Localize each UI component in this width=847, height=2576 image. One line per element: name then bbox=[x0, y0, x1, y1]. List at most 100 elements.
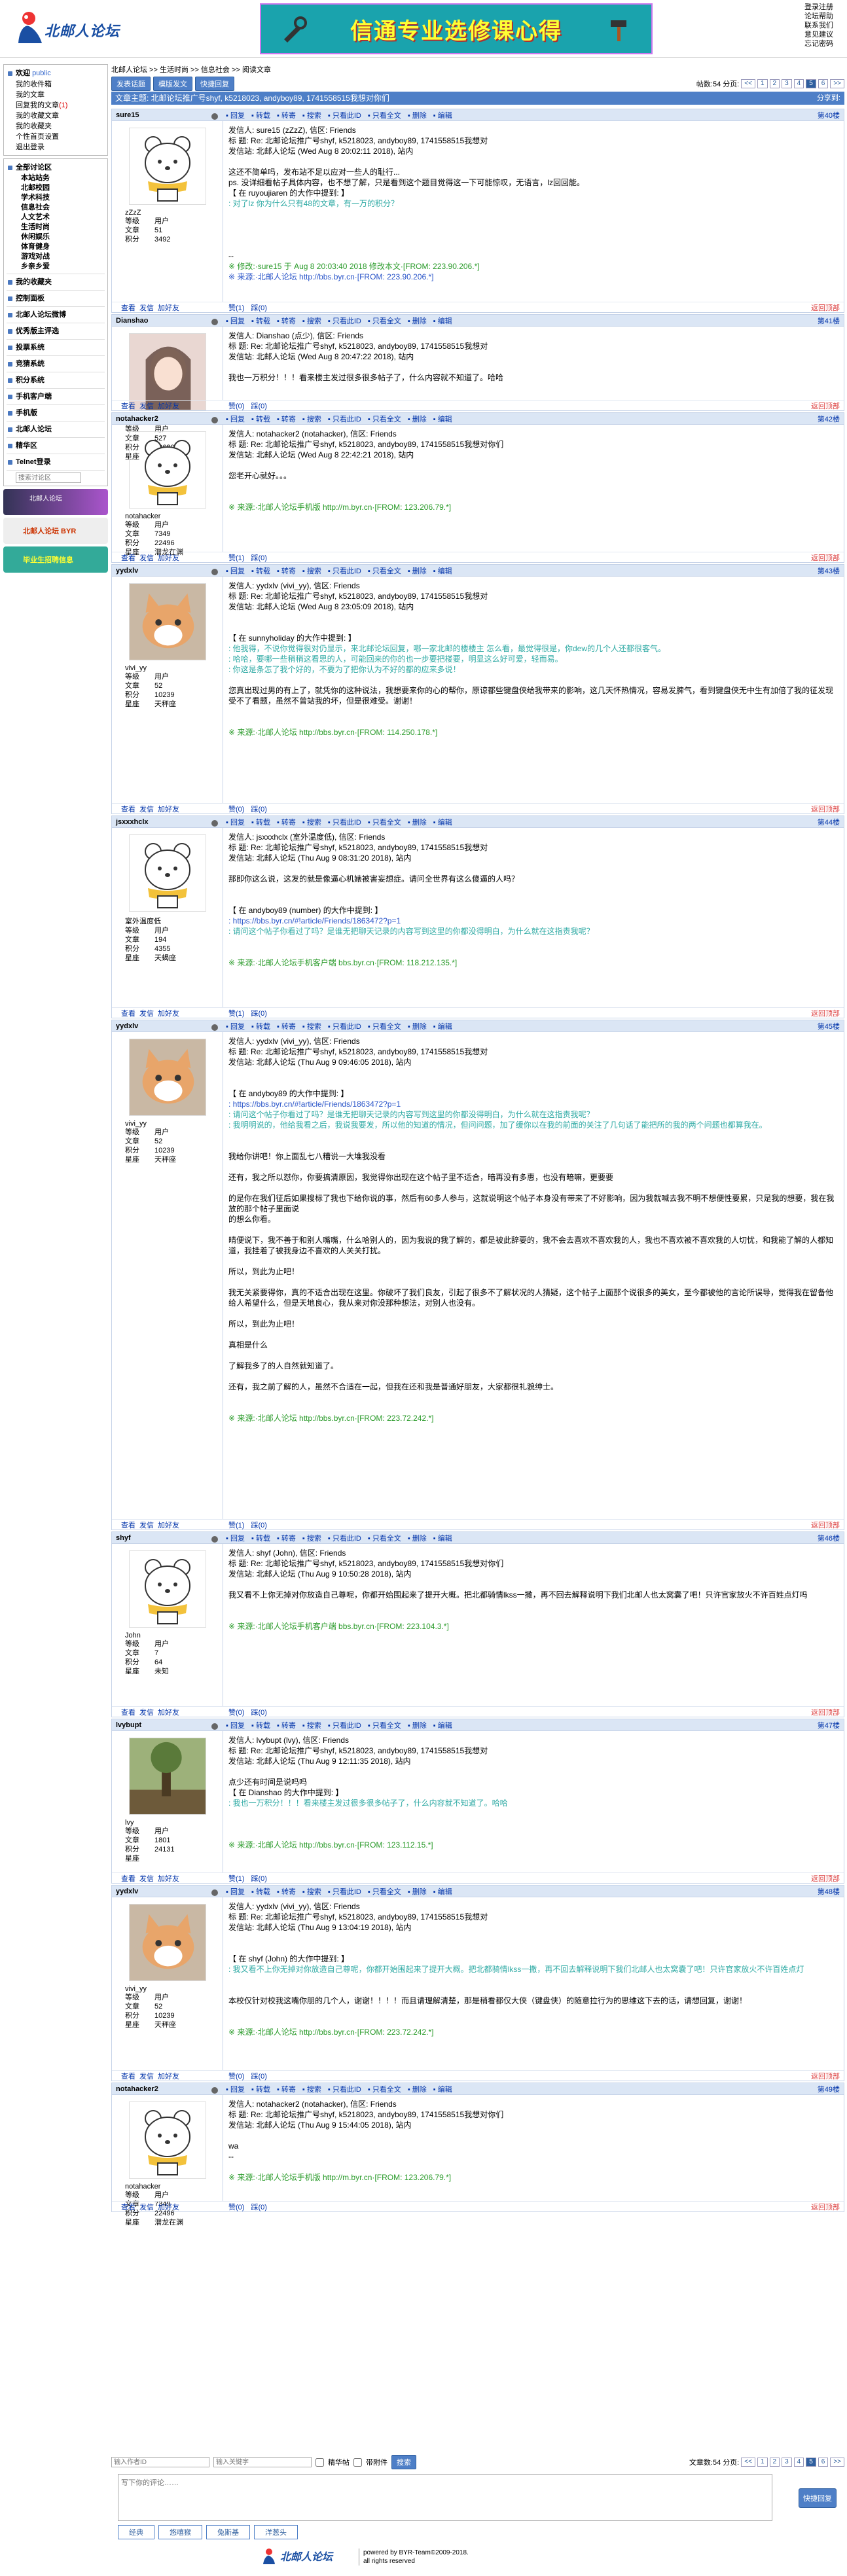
post-author-id[interactable]: yydxlv bbox=[112, 1887, 223, 1896]
post-tool-doc[interactable]: ▪ 只看全文 bbox=[368, 2084, 401, 2094]
back-to-top-link[interactable]: 返回顶部 bbox=[811, 302, 844, 313]
dislike-button[interactable]: 踩(0) bbox=[251, 1520, 266, 1530]
page-first[interactable]: << bbox=[741, 79, 755, 88]
post-tool-doc[interactable]: ▪ 只看全文 bbox=[368, 565, 401, 576]
avatar[interactable] bbox=[128, 583, 206, 660]
post-floor[interactable]: 第44楼 bbox=[818, 817, 844, 827]
post-tool-person[interactable]: ▪ 只看此ID bbox=[328, 110, 361, 120]
post-tool-forward[interactable]: ▪ 转载 bbox=[251, 1720, 270, 1730]
post-tool-delete[interactable]: ▪ 删除 bbox=[408, 315, 427, 326]
send-mail-link[interactable]: 发信 bbox=[139, 2071, 154, 2081]
post-tool-edit[interactable]: ▪ 编辑 bbox=[433, 565, 452, 576]
post-tool-doc[interactable]: ▪ 只看全文 bbox=[368, 1021, 401, 1031]
dislike-button[interactable]: 踩(0) bbox=[251, 2071, 266, 2081]
toplink-login[interactable]: 登录注册 bbox=[804, 3, 844, 12]
bottom-page-first[interactable]: << bbox=[741, 2458, 755, 2467]
bottom-page-2[interactable]: 2 bbox=[769, 2458, 780, 2467]
back-to-top-link[interactable]: 返回顶部 bbox=[811, 401, 844, 411]
avatar[interactable] bbox=[128, 333, 206, 410]
post-floor[interactable]: 第45楼 bbox=[818, 1021, 844, 1031]
view-user-link[interactable]: 查看 bbox=[121, 1520, 135, 1530]
post-floor[interactable]: 第46楼 bbox=[818, 1533, 844, 1543]
post-tool-mail[interactable]: ▪ 转寄 bbox=[277, 1533, 296, 1543]
view-user-link[interactable]: 查看 bbox=[121, 2071, 135, 2081]
add-friend-link[interactable]: 加好友 bbox=[158, 804, 179, 814]
post-tool-mail[interactable]: ▪ 转寄 bbox=[277, 315, 296, 326]
post-tool-reply[interactable]: ▪ 回复 bbox=[226, 110, 245, 120]
post-tool-forward[interactable]: ▪ 转载 bbox=[251, 414, 270, 424]
post-tool-doc[interactable]: ▪ 只看全文 bbox=[368, 1720, 401, 1730]
add-friend-link[interactable]: 加好友 bbox=[158, 401, 179, 411]
post-tool-edit[interactable]: ▪ 编辑 bbox=[433, 315, 452, 326]
dislike-button[interactable]: 踩(0) bbox=[251, 302, 266, 313]
send-mail-link[interactable]: 发信 bbox=[139, 302, 154, 313]
post-tool-search[interactable]: ▪ 搜索 bbox=[302, 1021, 321, 1031]
post-tool-person[interactable]: ▪ 只看此ID bbox=[328, 1720, 361, 1730]
post-tool-forward[interactable]: ▪ 转载 bbox=[251, 110, 270, 120]
sidebar-sec-6[interactable]: 手机版 bbox=[7, 407, 105, 419]
sidebar-sec-3[interactable]: 竞猜系统 bbox=[7, 358, 105, 370]
post-tool-edit[interactable]: ▪ 编辑 bbox=[433, 2084, 452, 2094]
post-tool-person[interactable]: ▪ 只看此ID bbox=[328, 1886, 361, 1897]
post-floor[interactable]: 第41楼 bbox=[818, 315, 844, 326]
post-tool-person[interactable]: ▪ 只看此ID bbox=[328, 315, 361, 326]
post-tool-reply[interactable]: ▪ 回复 bbox=[226, 565, 245, 576]
post-floor[interactable]: 第47楼 bbox=[818, 1720, 844, 1730]
bottom-page-4[interactable]: 4 bbox=[793, 2458, 804, 2467]
page-last[interactable]: >> bbox=[830, 79, 844, 88]
post-tool-forward[interactable]: ▪ 转载 bbox=[251, 817, 270, 827]
post-tool-person[interactable]: ▪ 只看此ID bbox=[328, 1533, 361, 1543]
board-search-input[interactable] bbox=[16, 473, 81, 483]
post-tool-reply[interactable]: ▪ 回复 bbox=[226, 1021, 245, 1031]
post-tool-doc[interactable]: ▪ 只看全文 bbox=[368, 1886, 401, 1897]
send-mail-link[interactable]: 发信 bbox=[139, 1008, 154, 1018]
new-topic-button[interactable]: 发表话题 bbox=[111, 77, 151, 91]
back-to-top-link[interactable]: 返回顶部 bbox=[811, 1873, 844, 1884]
digest-checkbox[interactable] bbox=[315, 2458, 324, 2467]
dislike-button[interactable]: 踩(0) bbox=[251, 804, 266, 814]
reply-submit-button[interactable]: 快捷回复 bbox=[799, 2488, 837, 2508]
post-tool-edit[interactable]: ▪ 编辑 bbox=[433, 1533, 452, 1543]
back-to-top-link[interactable]: 返回顶部 bbox=[811, 804, 844, 814]
share-label[interactable]: 分享到: bbox=[817, 92, 844, 105]
sidebar-link-replies[interactable]: 回复我的文章(1) bbox=[7, 100, 105, 111]
board-9[interactable]: 乡亲乡爱 bbox=[7, 262, 105, 272]
avatar[interactable] bbox=[128, 1904, 206, 1981]
board-4[interactable]: 人文艺术 bbox=[7, 213, 105, 223]
post-tool-edit[interactable]: ▪ 编辑 bbox=[433, 110, 452, 120]
sidebar-sec-1[interactable]: 优秀版主评选 bbox=[7, 325, 105, 337]
post-tool-reply[interactable]: ▪ 回复 bbox=[226, 1886, 245, 1897]
post-tool-delete[interactable]: ▪ 删除 bbox=[408, 565, 427, 576]
ad-banner[interactable]: 信通专业选修课心得 bbox=[260, 3, 653, 54]
post-author-id[interactable]: jsxxxhclx bbox=[112, 818, 223, 827]
post-tool-search[interactable]: ▪ 搜索 bbox=[302, 1533, 321, 1543]
sidebar-sec-7[interactable]: 北邮人论坛 bbox=[7, 423, 105, 435]
post-tool-delete[interactable]: ▪ 删除 bbox=[408, 1533, 427, 1543]
dislike-button[interactable]: 踩(0) bbox=[251, 1873, 266, 1884]
page-6[interactable]: 6 bbox=[818, 79, 829, 88]
post-author-id[interactable]: lvybupt bbox=[112, 1721, 223, 1730]
bottom-page-6[interactable]: 6 bbox=[818, 2458, 829, 2467]
post-tool-forward[interactable]: ▪ 转载 bbox=[251, 1021, 270, 1031]
post-tool-edit[interactable]: ▪ 编辑 bbox=[433, 1886, 452, 1897]
avatar[interactable] bbox=[128, 128, 206, 205]
post-tool-forward[interactable]: ▪ 转载 bbox=[251, 1533, 270, 1543]
add-friend-link[interactable]: 加好友 bbox=[158, 2202, 179, 2212]
post-tool-mail[interactable]: ▪ 转寄 bbox=[277, 1886, 296, 1897]
sidebar-sec-9[interactable]: Telnet登录 bbox=[7, 456, 105, 468]
add-friend-link[interactable]: 加好友 bbox=[158, 302, 179, 313]
send-mail-link[interactable]: 发信 bbox=[139, 401, 154, 411]
sidebar-sec-4[interactable]: 积分系统 bbox=[7, 374, 105, 386]
view-user-link[interactable]: 查看 bbox=[121, 804, 135, 814]
template-post-button[interactable]: 模版发文 bbox=[153, 77, 192, 91]
post-tool-mail[interactable]: ▪ 转寄 bbox=[277, 110, 296, 120]
send-mail-link[interactable]: 发信 bbox=[139, 1873, 154, 1884]
attach-checkbox[interactable] bbox=[353, 2458, 362, 2467]
post-tool-search[interactable]: ▪ 搜索 bbox=[302, 2084, 321, 2094]
post-tool-search[interactable]: ▪ 搜索 bbox=[302, 565, 321, 576]
avatar[interactable] bbox=[128, 1550, 206, 1628]
post-tool-forward[interactable]: ▪ 转载 bbox=[251, 565, 270, 576]
page-2[interactable]: 2 bbox=[769, 79, 780, 88]
post-author-id[interactable]: sure15 bbox=[112, 111, 223, 120]
post-floor[interactable]: 第42楼 bbox=[818, 414, 844, 424]
